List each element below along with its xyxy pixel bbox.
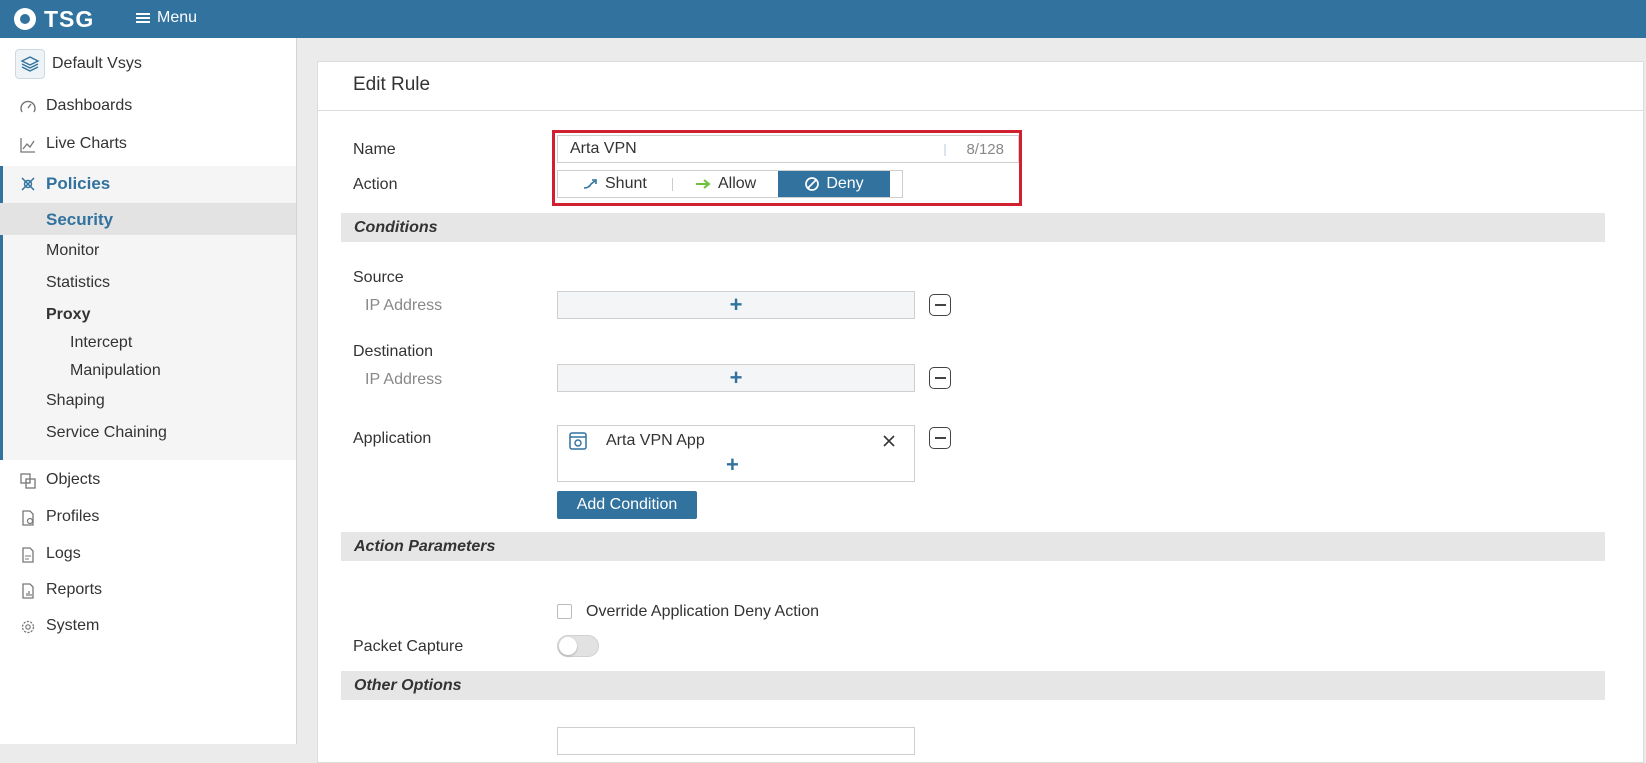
segment-divider <box>672 178 673 191</box>
plus-icon: + <box>729 292 743 317</box>
action-option-deny[interactable]: Deny <box>778 171 890 197</box>
application-field: Arta VPN App + <box>557 425 915 482</box>
layers-icon <box>15 49 45 79</box>
sidebar-subitem-statistics[interactable]: Statistics <box>46 274 110 292</box>
name-label: Name <box>353 141 396 158</box>
page-title: Edit Rule <box>353 74 431 95</box>
other-options-header: Other Options <box>341 671 1605 700</box>
shunt-arrow-icon <box>583 179 597 189</box>
application-remove-button[interactable] <box>929 427 951 449</box>
conditions-header: Conditions <box>341 213 1605 242</box>
policies-icon <box>21 177 35 191</box>
title-divider <box>318 110 1643 111</box>
source-remove-button[interactable] <box>929 294 951 316</box>
destination-ip-label: IP Address <box>365 371 443 388</box>
packet-capture-toggle[interactable] <box>557 635 599 657</box>
sidebar-item-profiles[interactable]: Profiles <box>0 502 296 532</box>
shunt-label: Shunt <box>605 175 647 192</box>
menu-label: Menu <box>157 9 198 26</box>
sidebar-subitem-manipulation[interactable]: Manipulation <box>70 362 161 380</box>
application-label: Application <box>353 430 432 447</box>
policies-group: Policies Security Monitor Statistics Pro… <box>0 166 296 460</box>
log-file-icon <box>22 547 34 563</box>
sidebar-item-label: Policies <box>46 174 111 193</box>
allow-label: Allow <box>718 175 757 192</box>
report-icon <box>22 583 34 599</box>
toggle-knob <box>559 637 577 655</box>
other-options-field[interactable] <box>557 727 915 755</box>
sidebar-item-objects[interactable]: Objects <box>0 465 296 495</box>
action-option-shunt[interactable]: Shunt <box>582 171 647 197</box>
menu-button[interactable]: Menu <box>136 9 197 27</box>
destination-label: Destination <box>353 343 434 360</box>
sidebar: Default Vsys Dashboards Live Charts Poli… <box>0 38 297 744</box>
sidebar-item-logs[interactable]: Logs <box>0 539 296 569</box>
sidebar-item-label: Reports <box>46 581 103 598</box>
minus-icon <box>934 437 946 439</box>
action-label: Action <box>353 176 398 193</box>
name-char-counter: 8/128 <box>966 141 1004 158</box>
plus-icon: + <box>729 365 743 390</box>
source-ip-add-field[interactable]: + <box>557 291 915 319</box>
logo-text: TSG <box>44 6 95 32</box>
input-separator <box>944 144 946 156</box>
allow-arrow-icon <box>696 179 711 189</box>
gear-icon <box>21 620 35 634</box>
logo-circle-icon <box>14 8 36 30</box>
packet-capture-label: Packet Capture <box>353 638 464 655</box>
override-deny-label: Override Application Deny Action <box>586 603 820 620</box>
name-input-value: Arta VPN <box>570 140 637 157</box>
sidebar-item-label: Dashboards <box>46 97 133 114</box>
gauge-icon <box>20 100 36 113</box>
name-input[interactable]: Arta VPN 8/128 <box>557 135 1019 163</box>
sidebar-item-label: Logs <box>46 545 81 562</box>
sidebar-item-system[interactable]: System <box>0 611 296 641</box>
tsg-logo[interactable]: TSG <box>14 6 94 32</box>
hamburger-icon <box>136 11 150 25</box>
sidebar-subitem-shaping[interactable]: Shaping <box>46 392 105 410</box>
deny-prohibit-icon <box>805 177 820 191</box>
application-add-plus-icon[interactable]: + <box>726 452 739 478</box>
vsys-label: Default Vsys <box>52 55 142 72</box>
source-label: Source <box>353 269 404 286</box>
minus-icon <box>934 304 946 306</box>
destination-remove-button[interactable] <box>929 367 951 389</box>
sidebar-subitem-monitor[interactable]: Monitor <box>46 242 99 260</box>
action-option-allow[interactable]: Allow <box>694 171 756 197</box>
close-icon[interactable] <box>882 434 896 448</box>
override-deny-checkbox[interactable] <box>557 604 572 619</box>
sidebar-subitem-service-chaining[interactable]: Service Chaining <box>46 424 167 442</box>
sidebar-item-label: Objects <box>46 471 101 488</box>
source-ip-label: IP Address <box>365 297 443 314</box>
line-chart-icon <box>20 138 35 153</box>
application-icon <box>569 432 587 450</box>
sidebar-item-policies[interactable]: Policies <box>0 168 296 198</box>
objects-icon <box>20 473 36 489</box>
action-parameters-header: Action Parameters <box>341 532 1605 561</box>
profile-document-icon <box>22 510 34 526</box>
top-bar: TSG Menu <box>0 0 1646 38</box>
sidebar-subitem-intercept[interactable]: Intercept <box>70 334 132 352</box>
sidebar-item-label: Live Charts <box>46 135 127 152</box>
application-value: Arta VPN App <box>606 432 705 449</box>
vsys-selector[interactable]: Default Vsys <box>15 49 142 79</box>
sidebar-item-live-charts[interactable]: Live Charts <box>0 129 296 159</box>
action-segmented-control: Shunt Allow Deny <box>557 170 903 198</box>
sidebar-subitem-security[interactable]: Security <box>0 203 296 235</box>
security-label: Security <box>46 210 114 229</box>
sidebar-item-dashboards[interactable]: Dashboards <box>0 91 296 121</box>
sidebar-item-label: System <box>46 617 100 634</box>
add-condition-button[interactable]: Add Condition <box>557 491 697 519</box>
sidebar-item-reports[interactable]: Reports <box>0 575 296 605</box>
sidebar-item-label: Profiles <box>46 508 100 525</box>
edit-rule-card: Edit Rule Name Arta VPN 8/128 Action Shu… <box>317 61 1644 763</box>
minus-icon <box>934 377 946 379</box>
deny-label: Deny <box>826 175 864 192</box>
destination-ip-add-field[interactable]: + <box>557 364 915 392</box>
sidebar-subitem-proxy[interactable]: Proxy <box>46 306 90 324</box>
